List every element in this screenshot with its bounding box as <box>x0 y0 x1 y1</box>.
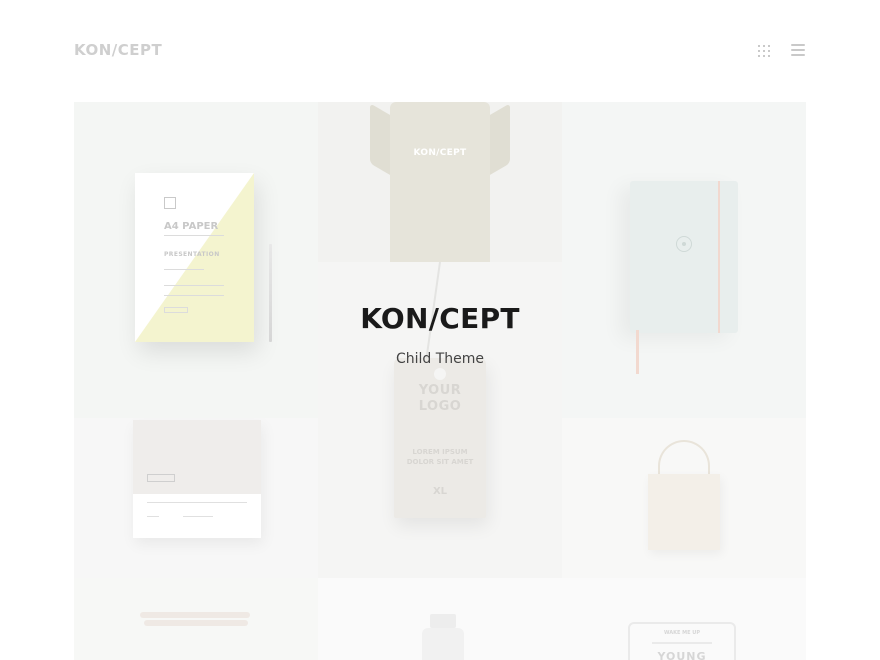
tshirt-body <box>390 102 490 262</box>
paper-title: A4 PAPER <box>164 221 219 232</box>
portfolio-grid: A4 PAPER PRESENTATION KON/CEPT YOUR LOGO… <box>74 102 806 660</box>
hang-tag-mockup: YOUR LOGO LOREM IPSUM DOLOR SIT AMET XL <box>394 358 486 518</box>
hamburger-menu-icon[interactable] <box>791 44 805 56</box>
site-header: KON/CEPT <box>0 0 880 100</box>
notebook-band <box>718 181 720 333</box>
portfolio-item-notebook[interactable] <box>562 102 806 418</box>
grid-dots-icon[interactable] <box>758 45 770 57</box>
checkbox-icon <box>164 197 176 209</box>
tag-logo-line1: YOUR <box>418 383 462 398</box>
portfolio-item-a4-paper[interactable]: A4 PAPER PRESENTATION <box>74 102 318 418</box>
divider <box>147 516 159 517</box>
pen-mockup <box>140 612 250 618</box>
badge-text: YOUNG <box>657 650 707 660</box>
tag-logo-line2: LOGO <box>418 399 462 414</box>
portfolio-item-pens[interactable] <box>74 578 318 660</box>
divider <box>164 285 224 286</box>
tote-bag-mockup <box>648 474 720 550</box>
badge-small-text: WAKE ME UP <box>663 630 701 636</box>
tshirt-mockup <box>370 102 510 262</box>
portfolio-item-badge[interactable]: WAKE ME UP YOUNG <box>562 578 806 660</box>
tag-size: XL <box>432 486 448 497</box>
divider <box>164 269 204 270</box>
divider <box>164 295 224 296</box>
notebook-mockup <box>630 181 738 333</box>
divider <box>164 235 224 236</box>
divider <box>147 502 247 503</box>
notebook-ribbon <box>636 330 639 374</box>
tag-small-text1: LOREM IPSUM <box>412 448 468 456</box>
paper-mockup: A4 PAPER PRESENTATION <box>135 173 254 342</box>
tag-string <box>425 262 441 362</box>
pen-mockup <box>144 620 248 626</box>
card-header <box>133 420 261 494</box>
tag-small-text2: DOLOR SIT AMET <box>406 458 474 466</box>
jar-body <box>422 628 464 660</box>
tshirt-print: KON/CEPT <box>413 148 467 158</box>
portfolio-item-tshirt[interactable]: KON/CEPT <box>318 102 562 262</box>
emblem-icon <box>676 236 692 252</box>
site-logo[interactable]: KON/CEPT <box>74 41 162 59</box>
portfolio-item-hang-tag[interactable]: YOUR LOGO LOREM IPSUM DOLOR SIT AMET XL <box>318 262 562 578</box>
card-mockup <box>133 420 261 538</box>
paper-box <box>164 307 188 313</box>
tag-hole <box>434 368 446 380</box>
paper-subtitle: PRESENTATION <box>164 251 220 258</box>
pen-mockup <box>269 244 272 342</box>
card-logo-box <box>147 474 175 482</box>
portfolio-item-tote-bag[interactable] <box>562 418 806 578</box>
portfolio-item-jar[interactable] <box>318 578 562 660</box>
jar-lid <box>430 614 456 628</box>
divider <box>183 516 213 517</box>
portfolio-item-stationery[interactable] <box>74 418 318 578</box>
